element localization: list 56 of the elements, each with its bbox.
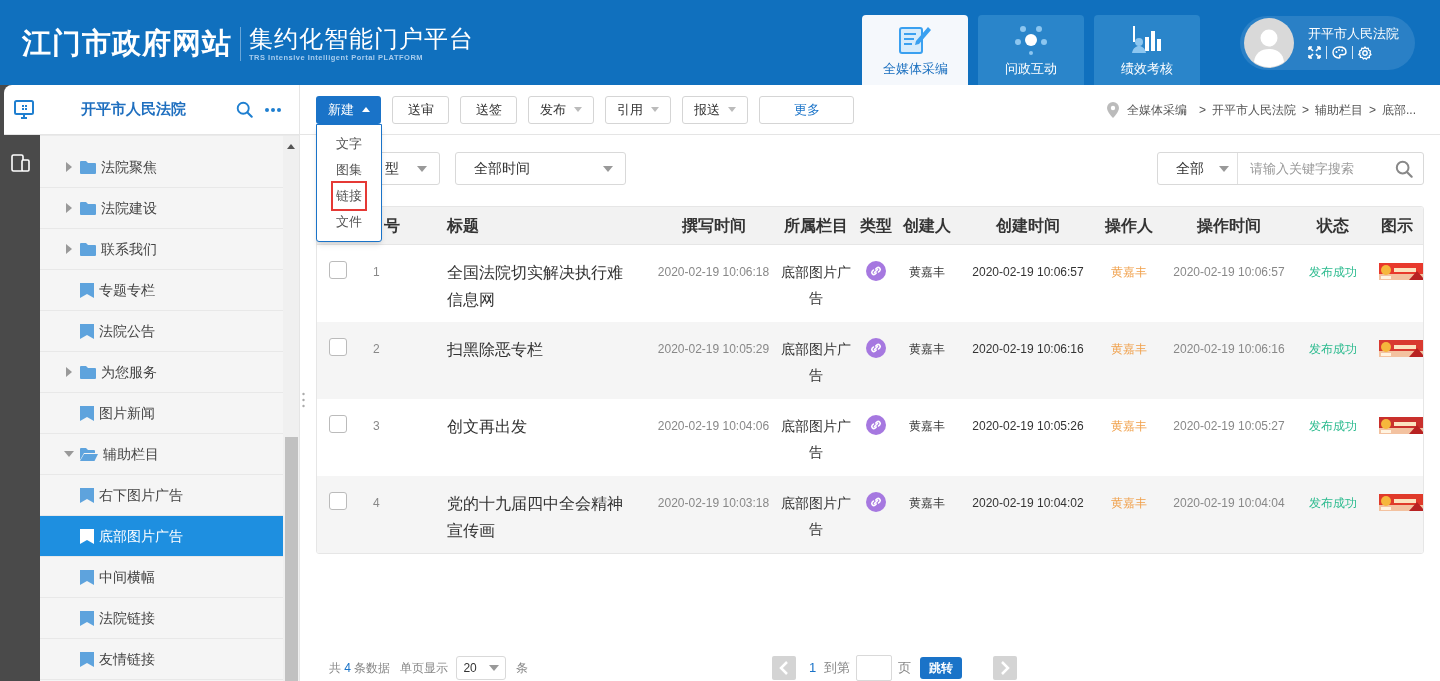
breadcrumb-separator: > (1301, 101, 1309, 119)
status-text: 发布成功 (1309, 342, 1357, 356)
column-header: 图示 (1380, 216, 1413, 234)
table-cell-text: 底部图片广告 (780, 417, 852, 462)
user-name: 开平市人民法院 (1308, 25, 1399, 42)
breadcrumb-item: 底部... (1382, 101, 1416, 119)
row-number: 4 (373, 496, 380, 510)
breadcrumb-separator: > (1198, 101, 1206, 119)
table-cell: 黄嘉丰 (1111, 342, 1147, 356)
row-number: 2 (373, 342, 380, 356)
table-cell: 2020-02-19 10:06:57 (972, 265, 1084, 279)
table-cell: 2020-02-19 10:05:26 (972, 419, 1084, 433)
column-header: 创建人 (903, 216, 951, 234)
table-cell: 黄嘉丰 (1111, 496, 1147, 510)
page-size-label: 单页显示 (400, 660, 449, 677)
platform-title: 集约化智能门户平台 (249, 24, 474, 53)
table-cell: 2020-02-19 10:05:29 (657, 342, 770, 356)
total-count-text: 共 4 条数据 (329, 660, 391, 677)
column-header: 类型 (860, 216, 892, 234)
goto-unit: 页 (898, 659, 912, 678)
table-cell: 黄嘉丰 (909, 265, 945, 279)
status-text: 发布成功 (1309, 496, 1357, 510)
table-cell: 2020-02-19 10:04:04 (1173, 496, 1285, 510)
table-cell: 2020-02-19 10:04:06 (657, 419, 770, 433)
table-cell: 2020-02-19 10:03:18 (657, 496, 770, 510)
row-number: 1 (373, 265, 380, 279)
breadcrumb-separator: > (1368, 101, 1376, 119)
column-header: 操作时间 (1197, 216, 1261, 234)
table-cell: 2020-02-19 10:05:27 (1173, 419, 1285, 433)
row-number: 3 (373, 419, 380, 433)
table-cell: 2020-02-19 10:06:18 (657, 265, 770, 279)
table-cell: 2020-02-19 10:06:57 (1173, 265, 1285, 279)
goto-label: 到第 (824, 659, 851, 678)
page-size-unit: 条 (516, 660, 529, 677)
table-cell-text: 底部图片广告 (780, 494, 852, 539)
column-header: 号 (384, 216, 400, 234)
column-header: 状态 (1317, 216, 1349, 234)
status-text: 发布成功 (1309, 265, 1357, 279)
table-cell: 2020-02-19 10:06:16 (972, 342, 1084, 356)
column-header: 操作人 (1105, 216, 1153, 234)
table-cell: 黄嘉丰 (909, 419, 945, 433)
column-header: 标题 (447, 216, 479, 234)
column-header: 创建时间 (996, 216, 1060, 234)
sidebar-title: 开平市人民法院 (81, 99, 186, 120)
column-header: 所属栏目 (784, 216, 848, 234)
table-cell: 黄嘉丰 (909, 342, 945, 356)
table-cell: 黄嘉丰 (1111, 419, 1147, 433)
table-cell: 2020-02-19 10:06:16 (1173, 342, 1285, 356)
column-header: 撰写时间 (681, 216, 746, 234)
table-cell: 2020-02-19 10:04:02 (972, 496, 1084, 510)
table-cell-text: 底部图片广告 (780, 340, 852, 385)
table-cell-text: 底部图片广告 (780, 263, 852, 308)
status-text: 发布成功 (1309, 419, 1357, 433)
table-cell: 黄嘉丰 (909, 496, 945, 510)
site-logo: 江门市政府网站 (22, 29, 232, 58)
table-cell: 黄嘉丰 (1111, 265, 1147, 279)
